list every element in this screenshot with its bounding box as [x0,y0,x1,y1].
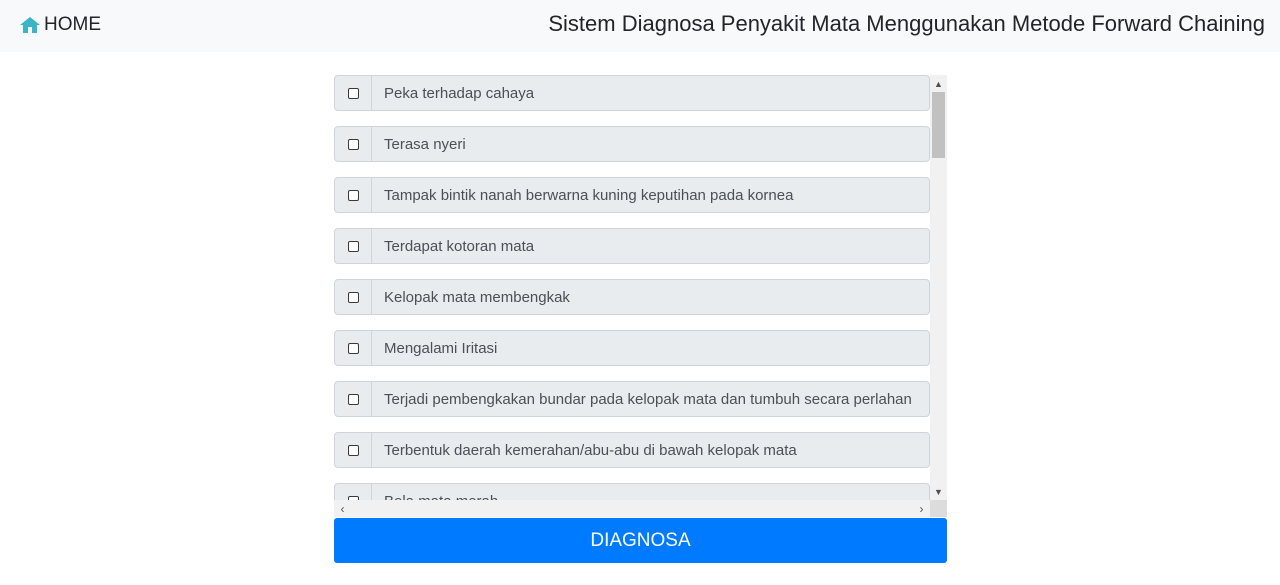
diagnose-button[interactable]: DIAGNOSA [334,518,947,563]
scrollbar-thumb[interactable] [932,92,945,158]
home-link[interactable]: HOME [19,14,101,36]
symptom-row[interactable]: Tampak bintik nanah berwarna kuning kepu… [334,177,930,213]
chevron-down-icon[interactable]: ▼ [930,483,947,500]
app-title: Sistem Diagnosa Penyakit Mata Menggunaka… [548,11,1265,36]
scrollbar-corner [930,500,947,517]
symptom-label: Kelopak mata membengkak [384,288,570,306]
symptom-checkbox-cell[interactable] [335,331,372,365]
symptom-label: Terdapat kotoran mata [384,237,535,255]
symptom-label: Peka terhadap cahaya [384,84,535,102]
symptom-checkbox-cell[interactable] [335,280,372,314]
symptom-row[interactable]: Terbentuk daerah kemerahan/abu-abu di ba… [334,432,930,468]
symptom-checkbox-cell[interactable] [335,127,372,161]
symptom-checkbox[interactable] [347,240,359,252]
symptom-row[interactable]: Mengalami Iritasi [334,330,930,366]
symptom-row[interactable]: Terdapat kotoran mata [334,228,930,264]
symptom-row[interactable]: Peka terhadap cahaya [334,75,930,111]
symptom-checkbox[interactable] [347,444,359,456]
horizontal-scrollbar[interactable]: ‹ › [334,500,930,517]
chevron-left-icon[interactable]: ‹ [334,500,351,517]
chevron-right-icon[interactable]: › [913,500,930,517]
home-label[interactable]: HOME [44,14,101,36]
symptom-checkbox[interactable] [347,138,359,150]
symptom-checkbox[interactable] [347,291,359,303]
symptom-checkbox-cell[interactable] [335,382,372,416]
symptom-row[interactable]: Terasa nyeri [334,126,930,162]
symptom-label: Tampak bintik nanah berwarna kuning kepu… [384,186,794,204]
symptom-list-panel[interactable]: Peka terhadap cahaya Terasa nyeri Tampak b… [334,75,947,517]
symptom-label: Terjadi pembengkakan bundar pada kelopak… [384,390,912,408]
symptom-label: Mengalami Iritasi [384,339,498,357]
symptom-checkbox[interactable] [347,87,359,99]
home-icon [19,16,41,34]
symptom-checkbox-cell[interactable] [335,229,372,263]
symptom-row[interactable]: Kelopak mata membengkak [334,279,930,315]
symptom-row[interactable]: Terjadi pembengkakan bundar pada kelopak… [334,381,930,417]
symptom-label: Terasa nyeri [384,135,466,153]
symptom-checkbox[interactable] [347,342,359,354]
symptom-checkbox-cell[interactable] [335,433,372,467]
symptom-checkbox[interactable] [347,189,359,201]
navbar: HOME Sistem Diagnosa Penyakit Mata Mengg… [0,0,1280,52]
chevron-up-icon[interactable]: ▲ [930,75,947,92]
symptom-checkbox-cell[interactable] [335,178,372,212]
vertical-scrollbar[interactable]: ▲ ▼ [930,75,947,500]
symptom-checkbox-cell[interactable] [335,76,372,110]
symptom-label: Terbentuk daerah kemerahan/abu-abu di ba… [384,441,797,459]
symptom-checkbox[interactable] [347,393,359,405]
